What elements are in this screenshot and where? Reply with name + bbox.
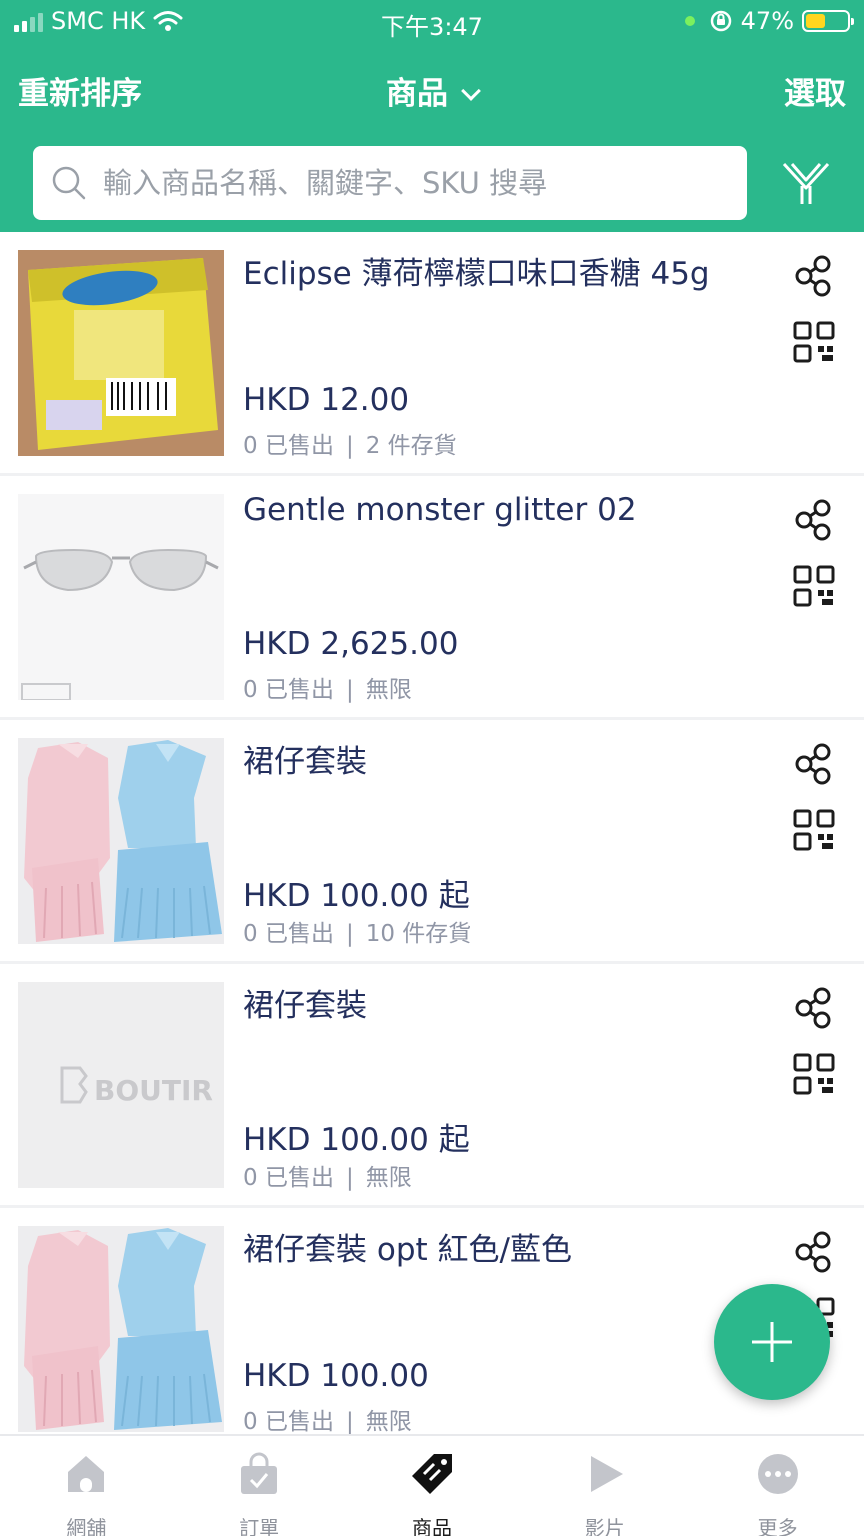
- share-icon[interactable]: [792, 742, 836, 786]
- tab-more[interactable]: 更多: [691, 1436, 864, 1536]
- chevron-down-icon: [461, 81, 481, 101]
- tab-play[interactable]: 影片: [518, 1436, 691, 1536]
- home-icon: [64, 1452, 108, 1496]
- product-item[interactable]: 裙仔套裝 HKD 100.00 起 0 已售出 | 10 件存貨: [0, 720, 864, 964]
- tab-bar: 網舖 訂單 商品 影片 更多: [0, 1434, 864, 1536]
- tag-icon: [410, 1452, 454, 1496]
- battery-percent: 47%: [740, 7, 794, 35]
- tab-label: 更多: [757, 1516, 798, 1536]
- product-meta: 0 已售出 | 無限: [243, 1158, 412, 1192]
- stock-count: 無限: [365, 1165, 412, 1191]
- product-title: 裙仔套裝 opt 紅色/藍色: [243, 1232, 572, 1268]
- qr-code-icon[interactable]: [792, 564, 836, 608]
- product-price: HKD 100.00: [243, 1358, 429, 1394]
- stock-count: 2 件存貨: [365, 433, 457, 459]
- tab-tag[interactable]: 商品: [346, 1436, 519, 1536]
- search-icon: [52, 166, 86, 200]
- product-price: HKD 2,625.00: [243, 626, 459, 662]
- sold-count: 0 已售出: [243, 433, 334, 459]
- product-thumbnail: [18, 494, 224, 700]
- product-thumbnail: [18, 738, 224, 944]
- stock-count: 無限: [365, 677, 412, 703]
- product-price: HKD 100.00 起: [243, 1122, 470, 1158]
- header: SMC HK 下午3:47 47% 重新排序 商品 選取: [0, 0, 864, 232]
- sold-count: 0 已售出: [243, 1409, 334, 1435]
- product-item[interactable]: BOUTIR 裙仔套裝 HKD 100.00 起 0 已售出 | 無限: [0, 964, 864, 1208]
- stock-count: 10 件存貨: [365, 921, 472, 947]
- sold-count: 0 已售出: [243, 1165, 334, 1191]
- product-price: HKD 12.00: [243, 382, 410, 418]
- filter-icon[interactable]: [778, 158, 834, 210]
- search-bar: [33, 146, 747, 220]
- rotation-lock-icon: [710, 10, 731, 32]
- product-meta: 0 已售出 | 10 件存貨: [243, 914, 471, 948]
- search-input[interactable]: [103, 166, 703, 200]
- product-list: Eclipse 薄荷檸檬口味口香糖 45g HKD 12.00 0 已售出 | 2 …: [0, 232, 864, 1452]
- product-title: 裙仔套裝: [243, 744, 367, 780]
- select-button[interactable]: 選取: [784, 68, 846, 113]
- product-item[interactable]: Gentle monster glitter 02 HKD 2,625.00 0…: [0, 476, 864, 720]
- meta-divider: |: [345, 677, 354, 703]
- category-dropdown[interactable]: 商品: [0, 68, 864, 113]
- meta-divider: |: [345, 433, 354, 459]
- tab-bag[interactable]: 訂單: [173, 1436, 346, 1536]
- play-icon: [583, 1452, 627, 1496]
- qr-code-icon[interactable]: [792, 1052, 836, 1096]
- meta-divider: |: [345, 921, 354, 947]
- add-product-button[interactable]: [714, 1284, 830, 1400]
- product-title: Eclipse 薄荷檸檬口味口香糖 45g: [243, 256, 710, 292]
- product-title: 裙仔套裝: [243, 988, 367, 1024]
- product-meta: 0 已售出 | 無限: [243, 1402, 412, 1436]
- share-icon[interactable]: [792, 986, 836, 1030]
- plus-icon: [752, 1322, 792, 1362]
- product-thumbnail: [18, 250, 224, 456]
- share-icon[interactable]: [792, 254, 836, 298]
- stock-count: 無限: [365, 1409, 412, 1435]
- sold-count: 0 已售出: [243, 677, 334, 703]
- product-meta: 0 已售出 | 無限: [243, 670, 412, 704]
- tab-home[interactable]: 網舖: [0, 1436, 173, 1536]
- battery-icon: [802, 10, 854, 32]
- product-item[interactable]: Eclipse 薄荷檸檬口味口香糖 45g HKD 12.00 0 已售出 | 2 …: [0, 232, 864, 476]
- status-bar: SMC HK 下午3:47 47%: [0, 0, 864, 44]
- product-thumbnail: [18, 1226, 224, 1432]
- product-price: HKD 100.00 起: [243, 878, 470, 914]
- meta-divider: |: [345, 1409, 354, 1435]
- more-icon: [756, 1452, 800, 1496]
- sold-count: 0 已售出: [243, 921, 334, 947]
- share-icon[interactable]: [792, 498, 836, 542]
- product-meta: 0 已售出 | 2 件存貨: [243, 426, 457, 460]
- svg-text:BOUTIR: BOUTIR: [94, 1074, 213, 1107]
- nav-bar: 重新排序 商品 選取: [0, 62, 864, 118]
- tab-label: 訂單: [239, 1516, 280, 1536]
- tab-label: 網舖: [66, 1516, 107, 1536]
- tab-label: 商品: [411, 1516, 452, 1536]
- qr-code-icon[interactable]: [792, 320, 836, 364]
- product-thumbnail: BOUTIR: [18, 982, 224, 1188]
- page-title: 商品: [386, 76, 448, 112]
- meta-divider: |: [345, 1165, 354, 1191]
- privacy-indicator-icon: [684, 16, 695, 26]
- share-icon[interactable]: [792, 1230, 836, 1274]
- tab-label: 影片: [584, 1516, 625, 1536]
- qr-code-icon[interactable]: [792, 808, 836, 852]
- product-title: Gentle monster glitter 02: [243, 492, 637, 528]
- bag-icon: [237, 1452, 281, 1496]
